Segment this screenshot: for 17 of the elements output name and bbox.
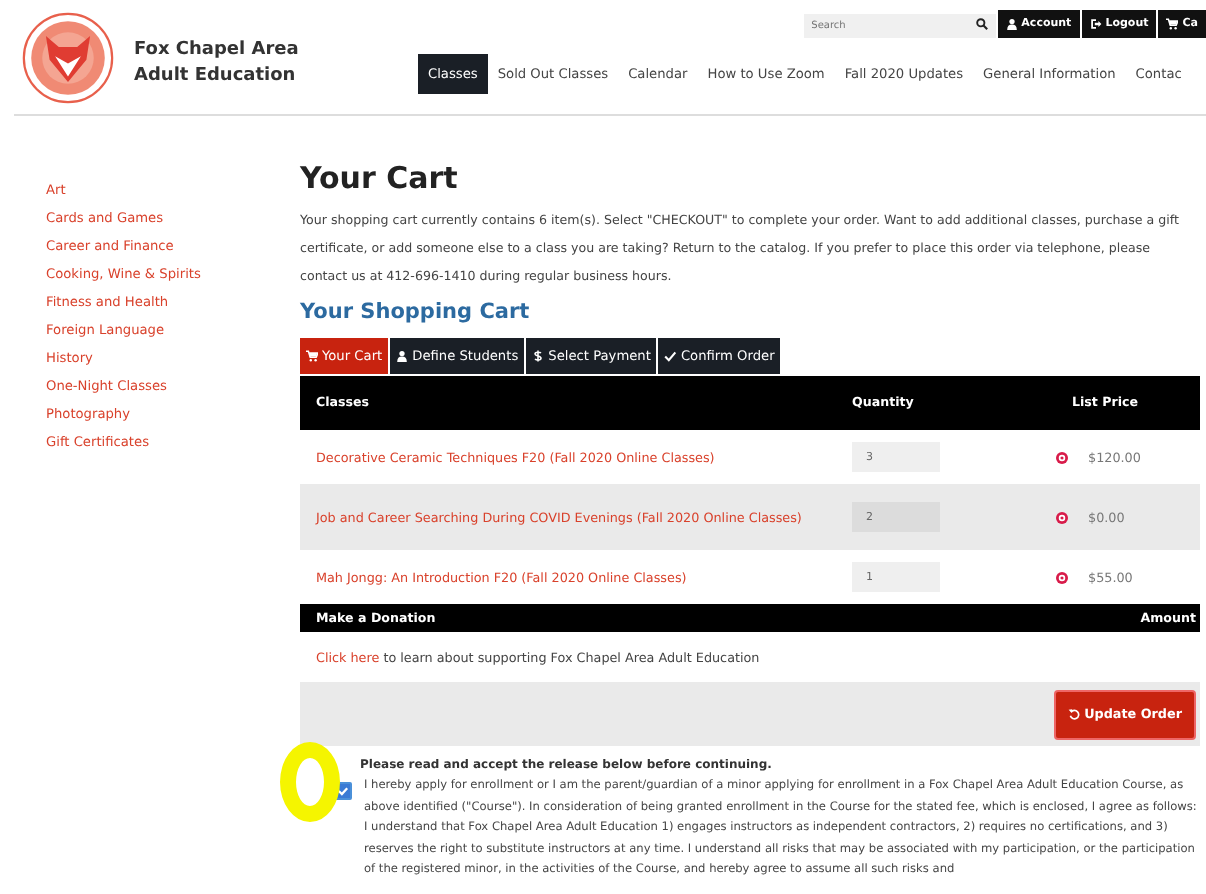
search-icon[interactable] — [975, 18, 988, 30]
user-icon — [1005, 18, 1018, 30]
undo-icon — [1068, 708, 1081, 720]
highlight-circle — [280, 742, 340, 822]
remove-icon[interactable] — [1056, 451, 1068, 463]
page-title: Your Cart — [300, 160, 460, 196]
section-title: Your Shopping Cart — [300, 300, 532, 324]
check-icon — [664, 350, 677, 362]
fox-logo-icon[interactable] — [22, 12, 114, 104]
cart-icon — [1166, 18, 1179, 30]
site-name[interactable]: Fox Chapel Area Adult Education — [134, 38, 414, 90]
remove-icon[interactable] — [1056, 511, 1068, 523]
dollar-icon — [532, 350, 545, 362]
cart-icon — [306, 350, 318, 362]
user-icon — [396, 350, 409, 362]
remove-icon[interactable] — [1056, 571, 1068, 583]
logout-icon — [1089, 18, 1102, 30]
